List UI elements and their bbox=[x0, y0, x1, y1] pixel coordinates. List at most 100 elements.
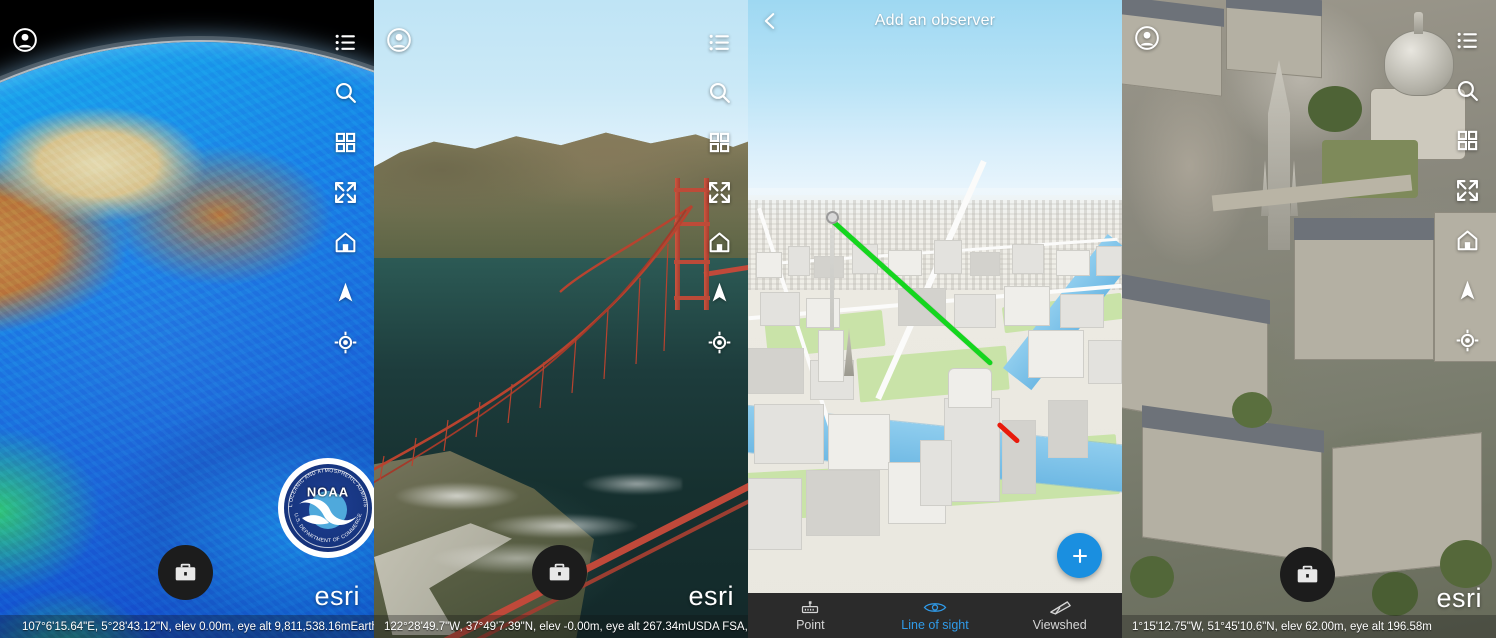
account-circle-icon[interactable] bbox=[385, 26, 413, 54]
plus-icon bbox=[1072, 548, 1087, 563]
esri-logo: esri bbox=[314, 581, 360, 611]
map-tools-column bbox=[329, 26, 361, 376]
building bbox=[788, 246, 810, 276]
locate-target-icon[interactable] bbox=[329, 326, 361, 358]
point-observer-icon bbox=[800, 599, 820, 615]
search-icon[interactable] bbox=[703, 76, 735, 108]
basemap-grid-icon[interactable] bbox=[329, 126, 361, 158]
dome-lantern bbox=[1414, 12, 1423, 34]
tab-line-of-sight-label: Line of sight bbox=[901, 618, 969, 632]
building bbox=[748, 348, 804, 394]
building bbox=[934, 240, 962, 274]
account-circle-icon[interactable] bbox=[1133, 24, 1161, 52]
status-bar: 122°28'49.7"W, 37°49'7.39"N, elev -0.00m… bbox=[374, 615, 748, 638]
compass-navigation-icon[interactable] bbox=[703, 276, 735, 308]
oxford-aerial-scene[interactable] bbox=[1122, 0, 1496, 638]
tab-point-label: Point bbox=[796, 618, 825, 632]
add-observer-button[interactable] bbox=[1057, 533, 1102, 578]
observer-header: Add an observer bbox=[748, 0, 1122, 42]
home-icon[interactable] bbox=[1451, 224, 1483, 256]
compass-navigation-icon[interactable] bbox=[1451, 274, 1483, 306]
basemap-grid-icon[interactable] bbox=[703, 126, 735, 158]
building bbox=[760, 292, 800, 326]
tree bbox=[1372, 572, 1418, 616]
tab-point[interactable]: Point bbox=[748, 593, 873, 638]
fullscreen-expand-icon[interactable] bbox=[329, 176, 361, 208]
account-circle-icon[interactable] bbox=[11, 26, 39, 54]
panel-observer: Add an observer Point Line of sight View… bbox=[748, 0, 1122, 638]
coordinate-readout: 1°15'12.75"W, 51°45'10.6"N, elev 62.00m,… bbox=[1132, 620, 1432, 633]
building bbox=[1028, 330, 1084, 378]
coordinate-readout: 122°28'49.7"W, 37°49'7.39"N, elev -0.00m… bbox=[384, 620, 688, 633]
screenshot-root: NATIONAL OCEANIC AND ATMOSPHERIC ADMINIS… bbox=[0, 0, 1496, 638]
tree bbox=[1440, 540, 1492, 588]
radcliffe-camera-dome bbox=[1384, 30, 1454, 96]
noaa-logo: NATIONAL OCEANIC AND ATMOSPHERIC ADMINIS… bbox=[278, 458, 374, 558]
building bbox=[1056, 250, 1090, 276]
map-tools-column bbox=[1451, 24, 1483, 374]
search-icon[interactable] bbox=[329, 76, 361, 108]
building bbox=[748, 478, 802, 550]
attribution-text[interactable]: USDA FSA,… bbox=[688, 621, 748, 633]
tab-viewshed[interactable]: Viewshed bbox=[997, 593, 1122, 638]
building bbox=[1060, 294, 1104, 328]
status-bar: 1°15'12.75"W, 51°45'10.6"N, elev 62.00m,… bbox=[1122, 615, 1496, 638]
basemap-grid-icon[interactable] bbox=[1451, 124, 1483, 156]
building bbox=[1004, 286, 1050, 326]
attribution-text[interactable]: Earthstar G… bbox=[350, 621, 374, 633]
noaa-wordmark: NOAA bbox=[306, 484, 350, 500]
panel-oxford: esri 1°15'12.75"W, 51°45'10.6"N, elev 62… bbox=[1122, 0, 1496, 638]
briefcase-icon[interactable] bbox=[532, 545, 587, 600]
landmark-wing bbox=[920, 440, 952, 506]
building bbox=[954, 294, 996, 328]
locate-target-icon[interactable] bbox=[1451, 324, 1483, 356]
landmark-tower-drum bbox=[948, 368, 992, 408]
observer-point[interactable] bbox=[826, 211, 839, 224]
tree bbox=[1130, 556, 1174, 598]
layers-list-icon[interactable] bbox=[329, 26, 361, 58]
analysis-toolbar: Point Line of sight Viewshed bbox=[748, 593, 1122, 638]
building-roof bbox=[1294, 218, 1436, 240]
map-tools-column bbox=[703, 26, 735, 376]
golden-gate-scene[interactable] bbox=[374, 0, 748, 638]
page-title: Add an observer bbox=[874, 12, 996, 29]
building bbox=[806, 470, 880, 536]
home-icon[interactable] bbox=[703, 226, 735, 258]
building bbox=[1048, 400, 1088, 458]
tab-viewshed-label: Viewshed bbox=[1032, 618, 1087, 632]
esri-logo: esri bbox=[1436, 583, 1482, 613]
landmark-building bbox=[944, 398, 1000, 502]
tree bbox=[1308, 86, 1362, 132]
tab-line-of-sight[interactable]: Line of sight bbox=[873, 593, 998, 638]
building bbox=[828, 414, 890, 470]
briefcase-icon[interactable] bbox=[1280, 547, 1335, 602]
tower-base bbox=[818, 330, 844, 382]
status-bar: 107°6'15.64"E, 5°28'43.12"N, elev 0.00m,… bbox=[0, 615, 374, 638]
locate-target-icon[interactable] bbox=[703, 326, 735, 358]
compass-navigation-icon[interactable] bbox=[329, 276, 361, 308]
building bbox=[1096, 246, 1122, 276]
tree bbox=[1232, 392, 1272, 428]
layers-list-icon[interactable] bbox=[1451, 24, 1483, 56]
fullscreen-expand-icon[interactable] bbox=[703, 176, 735, 208]
panel-golden-gate: esri 122°28'49.7"W, 37°49'7.39"N, elev -… bbox=[374, 0, 748, 638]
layers-list-icon[interactable] bbox=[703, 26, 735, 58]
eye-line-of-sight-icon bbox=[923, 599, 947, 615]
building bbox=[754, 404, 824, 464]
building bbox=[970, 252, 1000, 276]
building bbox=[1088, 340, 1122, 384]
coordinate-readout: 107°6'15.64"E, 5°28'43.12"N, elev 0.00m,… bbox=[22, 620, 351, 633]
esri-logo: esri bbox=[688, 581, 734, 611]
panel-globe: NATIONAL OCEANIC AND ATMOSPHERIC ADMINIS… bbox=[0, 0, 374, 638]
chevron-left-icon[interactable] bbox=[748, 0, 792, 42]
viewshed-cone-icon bbox=[1048, 599, 1072, 615]
building bbox=[814, 256, 844, 278]
home-icon[interactable] bbox=[329, 226, 361, 258]
fullscreen-expand-icon[interactable] bbox=[1451, 174, 1483, 206]
college-building bbox=[1294, 230, 1434, 360]
briefcase-icon[interactable] bbox=[158, 545, 213, 600]
building bbox=[1012, 244, 1044, 274]
building bbox=[806, 298, 840, 328]
building bbox=[756, 252, 782, 278]
search-icon[interactable] bbox=[1451, 74, 1483, 106]
